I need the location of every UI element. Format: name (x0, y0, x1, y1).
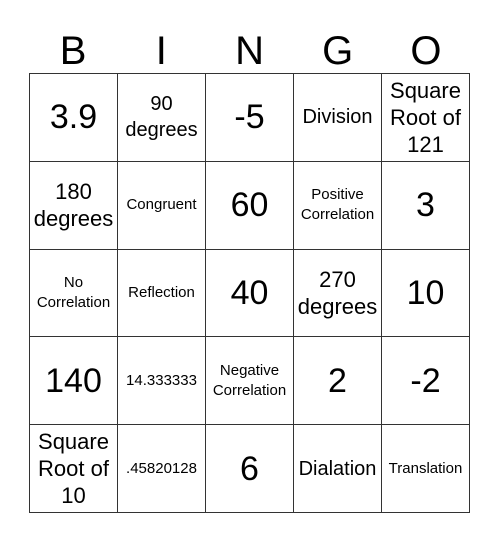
cell-text: Square Root of 10 (38, 429, 109, 509)
bingo-cell[interactable]: Dialation (294, 425, 382, 513)
bingo-cell[interactable]: .45820128 (118, 425, 206, 513)
bingo-cell[interactable]: 14.333333 (118, 337, 206, 426)
header-letter-b: B (59, 29, 87, 73)
cell-text: 3 (416, 186, 435, 225)
cell-text: Congruent (126, 196, 197, 214)
bingo-cell[interactable]: Positive Correlation (294, 161, 382, 250)
cell-text: Dialation (298, 457, 377, 480)
cell-text: 60 (230, 186, 269, 225)
cell-text: 90 degrees (125, 93, 198, 142)
header-letter-i: I (155, 29, 167, 73)
cell-text: Translation (388, 459, 463, 477)
bingo-cell[interactable]: 3.9 (30, 74, 118, 162)
bingo-cell[interactable]: Square Root of 121 (382, 74, 470, 162)
header-letter-g: G (322, 29, 354, 73)
bingo-cell[interactable]: -2 (382, 337, 470, 426)
bingo-cell[interactable]: 6 (206, 425, 294, 513)
cell-text: 140 (45, 361, 102, 400)
cell-text: Square Root of 121 (390, 77, 461, 157)
header-letter-n: N (235, 29, 264, 73)
header-letter-o: O (410, 29, 442, 73)
bingo-cell[interactable]: 10 (382, 249, 470, 338)
bingo-cell[interactable]: -5 (206, 74, 294, 162)
cell-text: Negative Correlation (212, 361, 287, 399)
bingo-header: B I N G O (29, 30, 470, 72)
cell-text: 2 (328, 361, 347, 400)
cell-text: 14.333333 (126, 371, 197, 389)
bingo-cell[interactable]: 40 (206, 249, 294, 338)
bingo-cell[interactable]: Negative Correlation (206, 337, 294, 426)
bingo-cell[interactable]: Square Root of 10 (30, 425, 118, 513)
cell-text: Division (302, 106, 373, 129)
cell-text: 3.9 (49, 98, 98, 137)
bingo-cell[interactable]: 3 (382, 161, 470, 250)
cell-text: 180 degrees (33, 179, 114, 232)
cell-text: -2 (410, 361, 441, 400)
cell-text: .45820128 (126, 459, 197, 477)
bingo-cell[interactable]: 180 degrees (30, 161, 118, 250)
bingo-cell[interactable]: 140 (30, 337, 118, 426)
bingo-cell[interactable]: Division (294, 74, 382, 162)
cell-text: 270 degrees (297, 266, 378, 319)
bingo-cell[interactable]: Congruent (118, 161, 206, 250)
bingo-grid: 3.9 90 degrees -5 Division Square Root of 12… (29, 73, 470, 513)
cell-text: Positive Correlation (300, 186, 375, 224)
cell-text: 6 (240, 449, 259, 488)
bingo-cell[interactable]: 270 degrees (294, 249, 382, 338)
bingo-cell[interactable]: No Correlation (30, 249, 118, 338)
cell-text: -5 (234, 98, 265, 137)
cell-text: Reflection (128, 283, 195, 301)
bingo-cell[interactable]: 60 (206, 161, 294, 250)
bingo-cell[interactable]: Reflection (118, 249, 206, 338)
bingo-cell[interactable]: Translation (382, 425, 470, 513)
bingo-cell[interactable]: 2 (294, 337, 382, 426)
bingo-cell[interactable]: 90 degrees (118, 74, 206, 162)
cell-text: 40 (230, 273, 269, 312)
cell-text: 10 (406, 273, 445, 312)
cell-text: No Correlation (36, 273, 111, 311)
